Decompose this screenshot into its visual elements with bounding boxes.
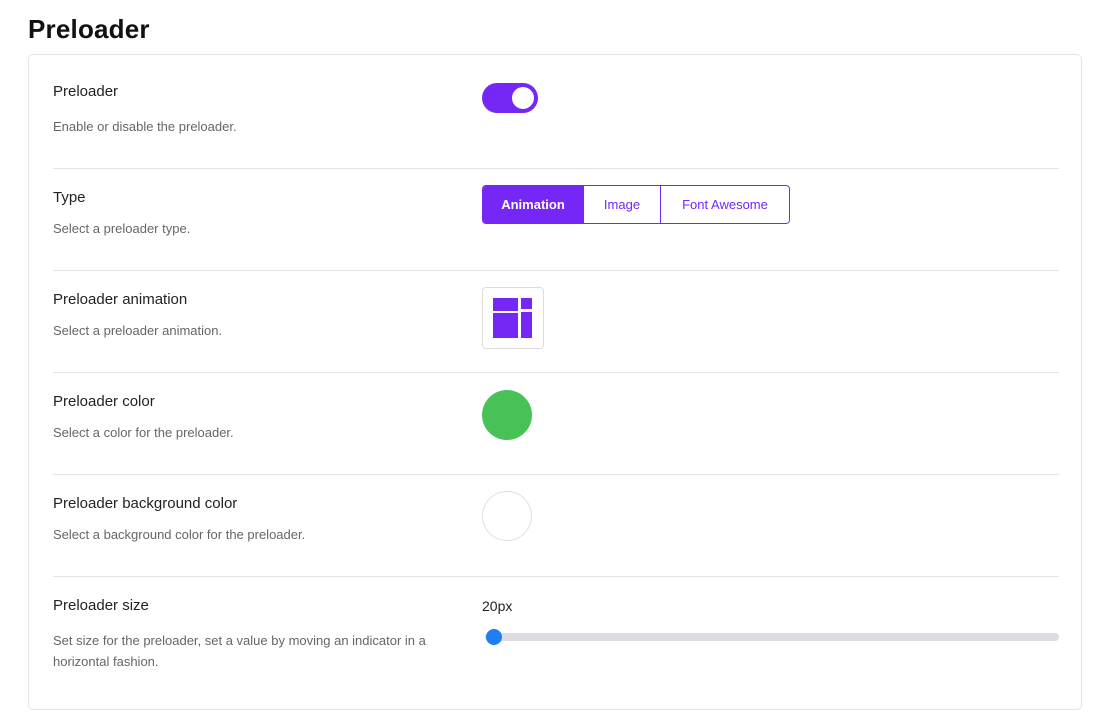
size-value: 20px (482, 598, 513, 614)
setting-row-animation: Preloader animation Select a preloader a… (53, 271, 1059, 373)
setting-row-preloader: Preloader Enable or disable the preloade… (53, 55, 1059, 169)
background-color-label: Preloader background color (53, 495, 238, 512)
page-title: Preloader (28, 14, 150, 44)
animation-description: Select a preloader animation. (53, 323, 223, 338)
size-slider-thumb[interactable] (485, 629, 502, 645)
background-color-description: Select a background color for the preloa… (53, 527, 306, 542)
setting-row-type: Type Select a preloader type. Animation … (53, 169, 1059, 271)
preloader-toggle[interactable] (482, 83, 538, 113)
toggle-knob (512, 87, 534, 109)
setting-row-color: Preloader color Select a color for the p… (53, 373, 1059, 475)
type-label: Type (53, 189, 86, 206)
animation-label: Preloader animation (53, 291, 188, 308)
size-slider-track[interactable] (485, 629, 1059, 645)
type-option-image[interactable]: Image (584, 186, 661, 223)
preloader-settings-panel: Preloader Enable or disable the preloade… (28, 54, 1082, 710)
color-description: Select a color for the preloader. (53, 425, 234, 440)
preloader-color-swatch[interactable] (482, 390, 532, 440)
type-option-font-awesome[interactable]: Font Awesome (661, 186, 789, 223)
color-label: Preloader color (53, 393, 155, 410)
size-description: Set size for the preloader, set a value … (53, 633, 426, 669)
preloader-description: Enable or disable the preloader. (53, 119, 237, 134)
type-option-animation[interactable]: Animation (483, 186, 584, 223)
setting-row-size: Preloader size Set size for the preloade… (53, 577, 1059, 709)
type-description: Select a preloader type. (53, 221, 191, 236)
preloader-label: Preloader (53, 83, 119, 100)
size-label: Preloader size (53, 597, 149, 614)
animation-picker-button[interactable] (482, 287, 544, 349)
type-segmented-control: Animation Image Font Awesome (482, 185, 790, 224)
setting-row-background-color: Preloader background color Select a back… (53, 475, 1059, 577)
preloader-background-color-swatch[interactable] (482, 491, 532, 541)
